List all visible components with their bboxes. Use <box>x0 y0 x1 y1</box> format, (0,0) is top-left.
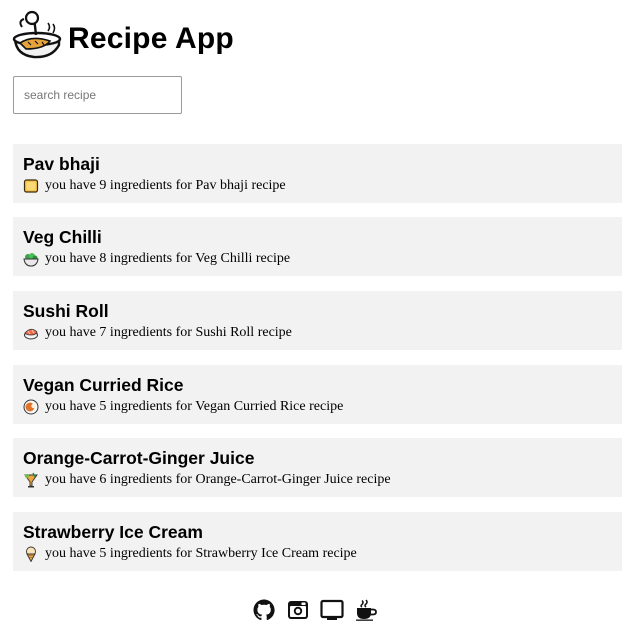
recipe-description-text: you have 8 ingredients for Veg Chilli re… <box>45 251 291 266</box>
recipe-description: you have 5 ingredients for Vegan Curried… <box>23 398 612 416</box>
recipe-card[interactable]: Orange-Carrot-Ginger Juice you have 6 in… <box>13 438 622 497</box>
recipe-card[interactable]: Vegan Curried Rice you have 5 ingredient… <box>13 365 622 424</box>
recipe-description-text: you have 5 ingredients for Strawberry Ic… <box>45 546 357 561</box>
recipe-description: you have 7 ingredients for Sushi Roll re… <box>23 324 612 342</box>
sushi-icon <box>23 325 39 341</box>
github-icon[interactable] <box>252 597 276 623</box>
recipe-card[interactable]: Veg Chilli you have 8 ingredients for Ve… <box>13 217 622 276</box>
recipe-description-text: you have 5 ingredients for Vegan Curried… <box>45 399 344 414</box>
recipe-list: Pav bhaji you have 9 ingredients for Pav… <box>13 144 622 585</box>
bread-icon <box>23 178 39 194</box>
recipe-description: you have 6 ingredients for Orange-Carrot… <box>23 471 612 489</box>
search-input[interactable] <box>13 76 182 114</box>
tropical-drink-icon <box>23 472 39 488</box>
recipe-description: you have 9 ingredients for Pav bhaji rec… <box>23 177 612 195</box>
instagram-icon[interactable] <box>286 597 310 623</box>
recipe-description-text: you have 9 ingredients for Pav bhaji rec… <box>45 178 286 193</box>
curry-plate-icon <box>23 399 39 415</box>
chef-cooking-pot-icon <box>12 9 64 61</box>
app-header: Recipe App <box>12 4 234 66</box>
recipe-card[interactable]: Strawberry Ice Cream you have 5 ingredie… <box>13 512 622 571</box>
recipe-description-text: you have 6 ingredients for Orange-Carrot… <box>45 472 391 487</box>
footer-links <box>252 596 382 624</box>
recipe-description: you have 5 ingredients for Strawberry Ic… <box>23 545 612 563</box>
recipe-description: you have 8 ingredients for Veg Chilli re… <box>23 250 612 268</box>
recipe-card[interactable]: Sushi Roll you have 7 ingredients for Su… <box>13 291 622 350</box>
coffee-cup-icon[interactable] <box>354 597 378 623</box>
recipe-name: Orange-Carrot-Ginger Juice <box>23 448 255 468</box>
recipe-name: Pav bhaji <box>23 154 100 174</box>
recipe-name: Strawberry Ice Cream <box>23 522 203 542</box>
recipe-description-text: you have 7 ingredients for Sushi Roll re… <box>45 325 292 340</box>
ice-cream-cone-icon <box>23 546 39 562</box>
recipe-name: Sushi Roll <box>23 301 109 321</box>
recipe-name: Vegan Curried Rice <box>23 375 184 395</box>
app-title: Recipe App <box>68 22 234 55</box>
recipe-card[interactable]: Pav bhaji you have 9 ingredients for Pav… <box>13 144 622 203</box>
recipe-name: Veg Chilli <box>23 227 102 247</box>
tablet-icon[interactable] <box>320 597 344 623</box>
salad-bowl-icon <box>23 251 39 267</box>
